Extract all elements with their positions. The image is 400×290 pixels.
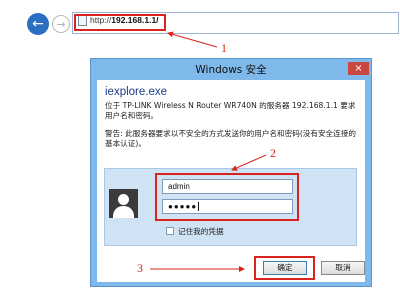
annotation-label-3: 3 <box>137 261 143 275</box>
annotation-label-1: 1 <box>221 41 227 55</box>
address-highlight-box <box>74 14 166 31</box>
cancel-button[interactable]: 取消 <box>321 261 365 275</box>
back-button[interactable]: ← <box>27 13 49 35</box>
security-warning: 警告: 此服务器要求以不安全的方式发送你的用户名和密码(没有安全连接的基本认证)… <box>105 129 356 148</box>
ok-button[interactable]: 确定 <box>263 261 307 275</box>
arrow-right-icon: → <box>56 18 66 31</box>
remember-checkbox[interactable] <box>166 227 174 235</box>
address-bar[interactable]: http://192.168.1.1/ <box>72 12 399 34</box>
browser-toolbar: ← → http://192.168.1.1/ <box>0 0 400 46</box>
user-avatar-icon <box>109 189 138 218</box>
windows-security-dialog: Windows 安全 × iexplore.exe 位于 TP-LINK Wir… <box>90 58 372 287</box>
dialog-title: Windows 安全 <box>195 64 267 76</box>
annotation-label-2: 2 <box>270 146 276 160</box>
forward-button[interactable]: → <box>52 15 70 33</box>
remember-label: 记住我的凭据 <box>178 227 224 236</box>
dialog-body: iexplore.exe 位于 TP-LINK Wireless N Route… <box>97 80 365 282</box>
arrow-left-icon: ← <box>32 16 44 32</box>
close-icon: × <box>354 63 363 74</box>
credentials-panel: admin ●●●●● 记住我的凭据 <box>104 168 357 246</box>
app-name: iexplore.exe <box>105 86 168 98</box>
close-button[interactable]: × <box>348 62 369 75</box>
auth-description: 位于 TP-LINK Wireless N Router WR740N 的服务器… <box>105 101 356 120</box>
credentials-highlight-box <box>155 173 299 221</box>
